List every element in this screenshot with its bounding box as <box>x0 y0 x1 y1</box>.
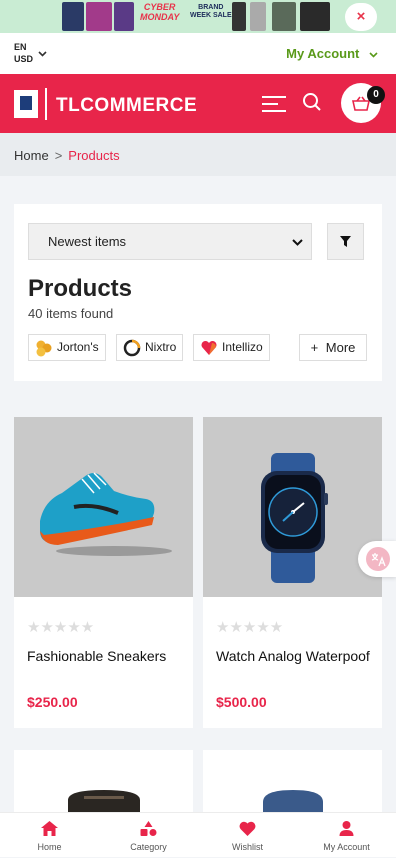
promo-product-image <box>86 2 112 31</box>
heart-icon <box>239 821 256 836</box>
promo-close-button[interactable]: × <box>345 3 377 31</box>
plus-icon: + <box>310 340 319 355</box>
nav-home[interactable]: Home <box>0 813 99 858</box>
product-price: $500.00 <box>216 694 267 710</box>
top-bar: EN USD My Account <box>0 33 396 74</box>
sort-select[interactable]: Newest items <box>28 223 312 260</box>
filter-button[interactable] <box>327 223 364 260</box>
brand-chip-intellizo[interactable]: Intellizo <box>193 334 270 361</box>
nav-label: My Account <box>323 842 370 852</box>
nav-my-account[interactable]: My Account <box>297 813 396 858</box>
breadcrumb: Home > Products <box>14 148 120 163</box>
product-card-sneakers[interactable]: ★★★★★ Fashionable Sneakers $250.00 <box>14 417 193 728</box>
product-card-watch[interactable]: ★★★★★ Watch Analog Waterpoof $500.00 <box>203 417 382 728</box>
promo-brand-text: BRAND WEEK SALE <box>190 4 232 19</box>
more-label: More <box>325 340 356 355</box>
product-name[interactable]: Fashionable Sneakers <box>27 648 166 664</box>
breadcrumb-current: Products <box>68 148 120 163</box>
user-icon <box>339 821 354 836</box>
brand-chip-label: Intellizo <box>222 340 263 354</box>
cart-count-badge: 0 <box>367 86 385 104</box>
logo-text[interactable]: TLCOMMERCE <box>56 95 197 117</box>
intellizo-logo-icon <box>201 340 217 355</box>
breadcrumb-home[interactable]: Home <box>14 148 49 163</box>
promo-product-image <box>300 2 330 31</box>
rating-stars: ★★★★★ <box>216 619 284 636</box>
my-account-dropdown[interactable]: My Account <box>286 46 378 61</box>
jortons-logo-icon <box>36 340 52 357</box>
sneaker-image-icon <box>40 472 172 556</box>
speaker-image-icon <box>14 750 193 812</box>
logo-divider <box>45 88 47 120</box>
promo-product-image <box>114 2 134 31</box>
product-image[interactable] <box>14 417 193 597</box>
breadcrumb-bar: Home > Products <box>0 133 396 176</box>
product-name[interactable]: Watch Analog Waterpoof <box>216 648 370 664</box>
chevron-down-icon <box>369 51 378 58</box>
page-title: Products <box>28 275 133 302</box>
nav-label: Home <box>37 842 62 852</box>
promo-banner[interactable]: CYBER MONDAY BRAND WEEK SALE × <box>0 0 396 33</box>
nav-label: Category <box>130 842 167 852</box>
home-icon <box>41 821 58 836</box>
promo-product-image <box>232 2 246 31</box>
bottom-navigation: Home Category Wishlist My Account <box>0 812 396 857</box>
search-icon[interactable] <box>302 92 322 112</box>
promo-product-image <box>62 2 84 31</box>
logo-icon[interactable] <box>14 90 38 118</box>
items-found-count: 40 items found <box>28 306 114 321</box>
more-brands-button[interactable]: + More <box>299 334 367 361</box>
brand-chip-jortons[interactable]: Jorton's <box>28 334 106 361</box>
brand-chip-nixtro[interactable]: Nixtro <box>116 334 184 361</box>
chevron-down-icon <box>38 51 47 57</box>
product-card-partial[interactable] <box>14 750 193 812</box>
translate-button[interactable] <box>358 541 396 577</box>
brand-chip-label: Jorton's <box>57 340 99 354</box>
category-icon <box>140 821 157 836</box>
nixtro-logo-icon <box>123 339 141 357</box>
site-header: TLCOMMERCE <box>0 74 396 133</box>
nav-label: Wishlist <box>232 842 263 852</box>
chevron-down-icon <box>292 239 303 246</box>
my-account-label: My Account <box>286 46 360 61</box>
filter-icon <box>340 236 351 247</box>
sort-select-value: Newest items <box>48 234 127 249</box>
promo-cyber-text: CYBER MONDAY <box>140 2 180 22</box>
promo-product-image <box>250 2 266 31</box>
breadcrumb-separator: > <box>54 148 63 163</box>
product-price: $250.00 <box>27 694 78 710</box>
promo-product-image <box>272 2 296 31</box>
watch-image-icon <box>261 453 328 583</box>
product-image[interactable] <box>203 417 382 597</box>
rating-stars: ★★★★★ <box>27 619 95 636</box>
nav-category[interactable]: Category <box>99 813 198 858</box>
nav-wishlist[interactable]: Wishlist <box>198 813 297 858</box>
menu-icon[interactable] <box>262 96 286 112</box>
brand-chip-label: Nixtro <box>145 340 177 354</box>
earbuds-case-image-icon <box>203 750 382 812</box>
filter-card: Newest items Products 40 items found Jor… <box>14 204 382 381</box>
language-currency-selector[interactable]: EN USD <box>14 41 33 65</box>
translate-icon <box>366 547 390 571</box>
product-card-partial[interactable] <box>203 750 382 812</box>
